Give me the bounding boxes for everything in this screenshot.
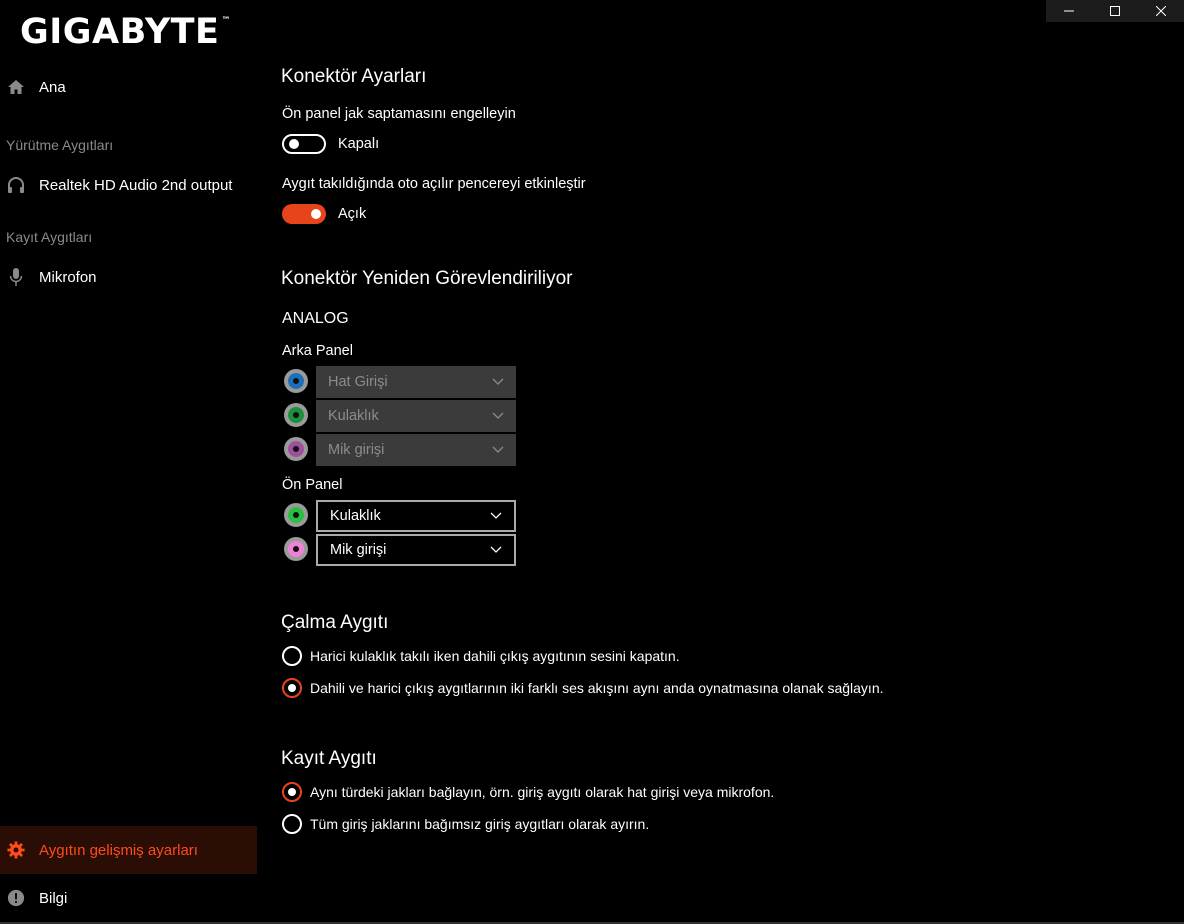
auto-popup-toggle[interactable] <box>282 204 326 224</box>
jack-hole <box>293 412 299 418</box>
front-jack-1-select[interactable]: Kulaklık <box>316 500 516 532</box>
toggle-knob <box>289 139 299 149</box>
rear-jack-3-select: Mik girişi <box>316 434 516 466</box>
gear-icon <box>7 841 25 859</box>
rear-jack-2-select: Kulaklık <box>316 400 516 432</box>
minimize-button[interactable] <box>1046 0 1092 22</box>
close-icon <box>1156 6 1166 16</box>
playback-option-1-label: Harici kulaklık takılı iken dahili çıkış… <box>310 648 680 664</box>
info-icon <box>7 889 25 907</box>
recording-option-2-radio[interactable] <box>282 814 302 834</box>
analog-heading: ANALOG <box>282 310 349 327</box>
sidebar-item-playback-device[interactable]: Realtek HD Audio 2nd output <box>0 167 257 203</box>
front-jack-detect-state: Kapalı <box>338 136 380 152</box>
recording-option-1-label: Aynı türdeki jakları bağlayın, örn. giri… <box>310 784 775 800</box>
front-jack-detect-label: Ön panel jak saptamasını engelleyin <box>282 106 516 122</box>
front-jack-pink <box>284 537 308 561</box>
rear-panel-heading: Arka Panel <box>282 343 353 359</box>
jack-hole <box>293 512 299 518</box>
sidebar-item-label: Realtek HD Audio 2nd output <box>39 176 233 194</box>
rear-jack-1-select: Hat Girişi <box>316 366 516 398</box>
select-value: Kulaklık <box>330 508 381 524</box>
gigabyte-logo: GIGABYTE ™ <box>20 12 231 52</box>
playback-device-title: Çalma Aygıtı <box>281 612 389 633</box>
maximize-icon <box>1110 6 1120 16</box>
toggle-knob <box>311 209 321 219</box>
sidebar-item-advanced-settings[interactable]: Aygıtın gelişmiş ayarları <box>0 826 257 874</box>
sidebar-item-info[interactable]: Bilgi <box>0 880 257 916</box>
close-button[interactable] <box>1138 0 1184 22</box>
select-value: Mik girişi <box>328 442 385 458</box>
jack-hole <box>293 446 299 452</box>
chevron-down-icon <box>490 512 502 519</box>
maximize-button[interactable] <box>1092 0 1138 22</box>
select-value: Mik girişi <box>330 542 387 558</box>
playback-option-1-radio[interactable] <box>282 646 302 666</box>
connector-settings-title: Konektör Ayarları <box>281 66 427 87</box>
minimize-icon <box>1064 10 1074 12</box>
front-jack-2-select[interactable]: Mik girişi <box>316 534 516 566</box>
retasking-title: Konektör Yeniden Görevlendiriliyor <box>281 268 573 289</box>
rear-jack-pink <box>284 437 308 461</box>
chevron-down-icon <box>490 546 502 553</box>
select-value: Hat Girişi <box>328 374 388 390</box>
auto-popup-label: Aygıt takıldığında oto açılır pencereyi … <box>282 176 586 192</box>
window-controls <box>1046 0 1184 22</box>
front-jack-detect-toggle[interactable] <box>282 134 326 154</box>
recording-devices-heading: Kayıt Aygıtları <box>6 229 93 245</box>
select-value: Kulaklık <box>328 408 379 424</box>
chevron-down-icon <box>492 378 504 385</box>
front-jack-green <box>284 503 308 527</box>
recording-device-title: Kayıt Aygıtı <box>281 748 377 769</box>
jack-hole <box>293 546 299 552</box>
sidebar-item-microphone[interactable]: Mikrofon <box>0 259 257 295</box>
sidebar-item-label: Ana <box>39 78 66 96</box>
headphones-icon <box>7 176 25 194</box>
playback-option-2-radio[interactable] <box>282 678 302 698</box>
chevron-down-icon <box>492 446 504 453</box>
playback-devices-heading: Yürütme Aygıtları <box>6 137 114 153</box>
sidebar-item-label: Bilgi <box>39 889 68 907</box>
sidebar-item-label: Mikrofon <box>39 268 97 286</box>
playback-option-2-label: Dahili ve harici çıkış aygıtlarının iki … <box>310 680 884 696</box>
sidebar-item-home[interactable]: Ana <box>0 69 257 105</box>
microphone-icon <box>7 268 25 286</box>
recording-option-2-label: Tüm giriş jaklarını bağımsız giriş aygıt… <box>310 816 650 832</box>
rear-jack-blue <box>284 369 308 393</box>
home-icon <box>7 78 25 96</box>
recording-option-1-radio[interactable] <box>282 782 302 802</box>
rear-jack-green <box>284 403 308 427</box>
chevron-down-icon <box>492 412 504 419</box>
sidebar-item-label: Aygıtın gelişmiş ayarları <box>39 841 198 859</box>
front-panel-heading: Ön Panel <box>282 477 343 493</box>
auto-popup-state: Açık <box>338 206 367 222</box>
jack-hole <box>293 378 299 384</box>
